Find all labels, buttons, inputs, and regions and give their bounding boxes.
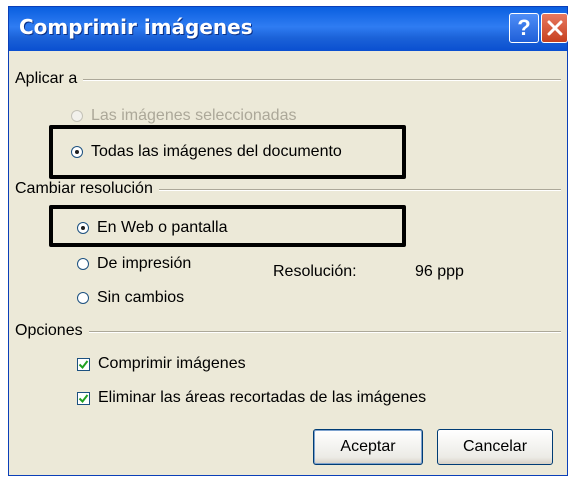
help-button[interactable]: ? <box>509 13 539 43</box>
resolution-value: 96 ppp <box>415 263 464 280</box>
options-divider <box>15 331 561 333</box>
radio-no-change[interactable]: Sin cambios <box>77 287 184 309</box>
apply-to-divider <box>15 79 561 81</box>
radio-print[interactable]: De impresión <box>77 253 191 275</box>
radio-no-change-label: Sin cambios <box>97 289 185 306</box>
ok-button[interactable]: Aceptar <box>313 429 423 465</box>
title-bar[interactable]: Comprimir imágenes ? <box>9 7 568 51</box>
radio-button[interactable] <box>77 258 89 270</box>
radio-print-label: De impresión <box>97 255 192 272</box>
radio-button-disabled[interactable] <box>71 110 83 122</box>
highlight-box-web-screen <box>49 205 406 247</box>
ok-button-label: Aceptar <box>340 438 396 455</box>
cancel-button[interactable]: Cancelar <box>437 429 553 465</box>
checkbox-delete-cropped-areas-label: Eliminar las áreas recortadas de las imá… <box>98 389 427 406</box>
resolution-group-label: Cambiar resolución <box>15 179 159 199</box>
checkbox-compress-images-label: Comprimir imágenes <box>98 355 246 372</box>
radio-selected-images-label: Las imágenes seleccionadas <box>91 107 297 124</box>
close-button[interactable] <box>541 13 568 43</box>
options-group-label: Opciones <box>15 321 89 341</box>
cancel-button-label: Cancelar <box>462 438 528 455</box>
checkbox-compress-images[interactable]: Comprimir imágenes <box>77 353 246 375</box>
highlight-box-all-images <box>49 125 406 179</box>
question-mark-icon: ? <box>517 15 531 40</box>
checkmark-icon <box>78 393 89 403</box>
resolution-value-label: Resolución: <box>273 263 357 280</box>
checkbox-delete-cropped-areas[interactable]: Eliminar las áreas recortadas de las imá… <box>77 387 426 409</box>
checkmark-icon <box>78 359 89 369</box>
dialog-title: Comprimir imágenes <box>19 15 253 39</box>
compress-images-dialog: Comprimir imágenes ? Aplicar a Las imáge… <box>8 6 568 476</box>
radio-button[interactable] <box>77 292 89 304</box>
checkbox[interactable] <box>77 357 90 371</box>
checkbox[interactable] <box>77 391 90 405</box>
close-icon <box>547 20 562 36</box>
radio-selected-images[interactable]: Las imágenes seleccionadas <box>71 105 296 127</box>
apply-to-group-label: Aplicar a <box>15 69 84 89</box>
